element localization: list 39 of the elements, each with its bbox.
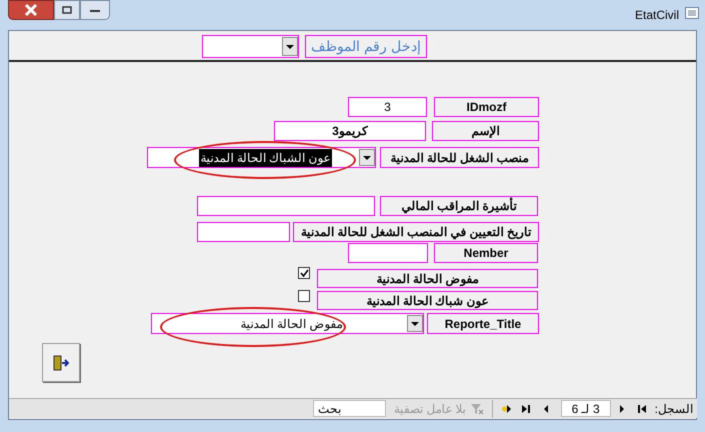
exit-button[interactable]	[42, 343, 80, 382]
minimize-button[interactable]	[80, 0, 110, 20]
text-field[interactable]: كريمو3	[274, 121, 426, 141]
field-label: تأشيرة المراقب المالي	[380, 196, 538, 216]
field-label: IDmozf	[434, 97, 539, 117]
minimize-icon	[90, 7, 100, 13]
restore-button[interactable]	[54, 0, 80, 20]
combo-value: عون الشباك الحالة المدنية	[199, 148, 332, 166]
field-label: منصب الشغل للحالة المدنية	[380, 147, 539, 168]
checkbox[interactable]	[298, 290, 310, 302]
field-label: مفوض الحالة المدنية	[317, 269, 538, 288]
window-title: EtatCivil	[634, 7, 679, 24]
close-icon	[24, 4, 38, 16]
previous-record-icon[interactable]	[618, 404, 625, 414]
text-field[interactable]	[348, 243, 428, 263]
restore-icon	[62, 6, 72, 14]
checkbox[interactable]	[298, 267, 310, 279]
combo-box[interactable]: عون الشباك الحالة المدنية	[147, 147, 376, 168]
record-field[interactable]: 3 لـ 6	[560, 400, 611, 417]
text-field[interactable]	[197, 222, 290, 242]
field-label: Reporte_Title	[427, 313, 539, 334]
form-icon	[685, 7, 699, 19]
last-record-icon[interactable]	[520, 404, 531, 414]
exit-door-icon	[53, 354, 69, 372]
close-button[interactable]	[8, 0, 54, 20]
field-label: عون شباك الحالة المدنية	[317, 291, 538, 310]
field-label: الإسم	[432, 121, 539, 141]
combo-box[interactable]: مفوض الحالة المدنية	[151, 313, 424, 334]
combo-value: مفوض الحالة المدنية	[240, 316, 344, 332]
filter-icon	[470, 402, 484, 414]
record-label: السجل:	[654, 400, 693, 418]
text-field[interactable]	[197, 196, 375, 216]
first-record-icon[interactable]	[636, 404, 647, 414]
field-label: تاريخ التعيين في المنصب الشغل للحالة المدنية	[293, 222, 539, 242]
field-label: Nember	[434, 243, 538, 263]
next-record-icon[interactable]	[542, 404, 549, 414]
header-label: إدخل رقم الموظف	[305, 35, 427, 58]
search-field[interactable]: بحث	[312, 400, 386, 417]
text-field[interactable]: 3	[348, 97, 427, 117]
